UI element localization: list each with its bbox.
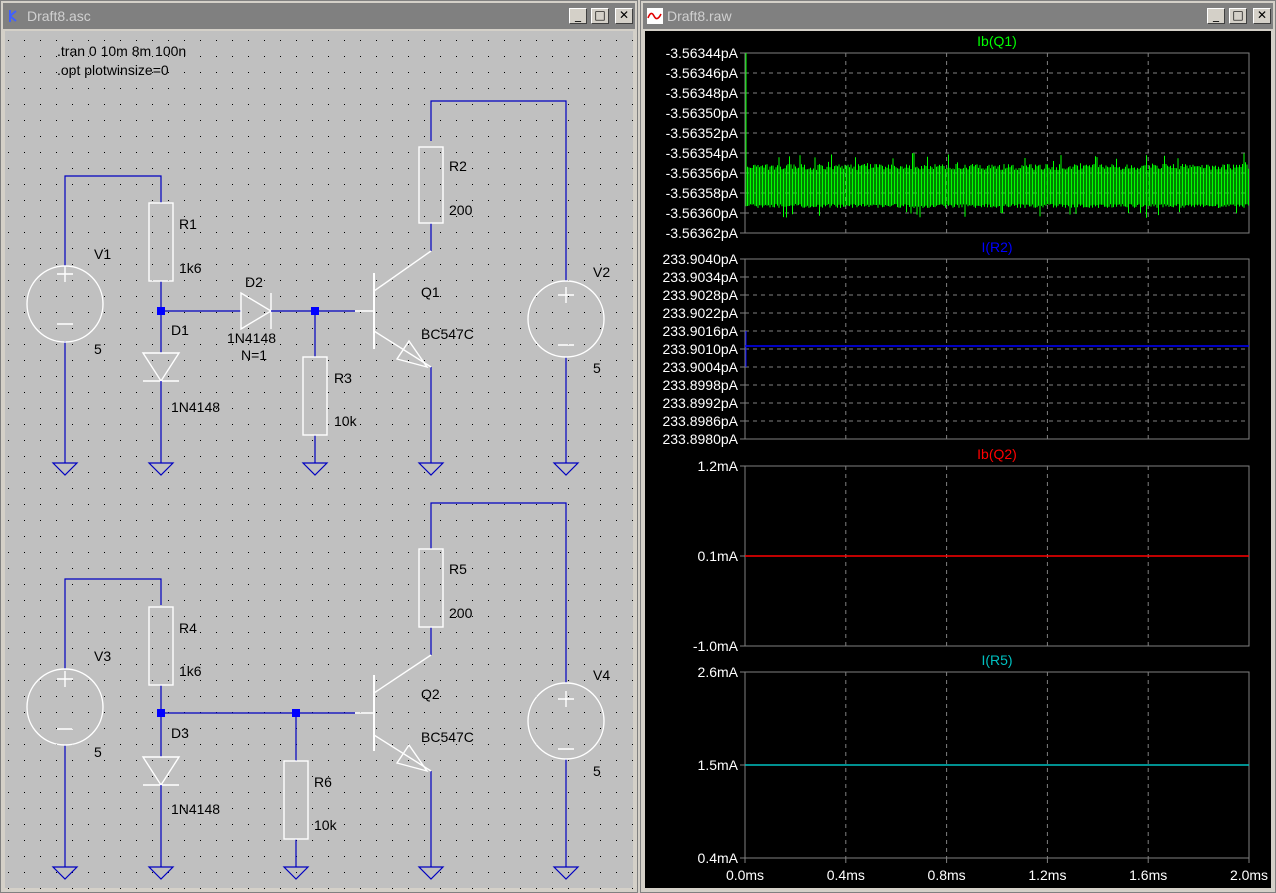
q1-model: BC547C <box>421 326 474 342</box>
directive-tran[interactable]: .tran 0 10m 8m 100n <box>57 43 186 59</box>
trace-title: Ib(Q2) <box>977 446 1017 462</box>
schematic-titlebar[interactable]: Draft8.asc _ □ ✕ <box>3 3 635 29</box>
r3-value: 10k <box>334 413 358 429</box>
close-button[interactable]: ✕ <box>615 8 633 24</box>
y-tick-label: 233.9040pA <box>662 251 738 267</box>
waveform-plot-area[interactable]: -3.56344pA -3.56346pA -3.56348pA -3.56350pA… <box>645 31 1271 888</box>
x-tick-label: 2.0ms <box>1230 867 1268 883</box>
junction-node <box>157 307 165 315</box>
close-button[interactable]: ✕ <box>1253 8 1271 24</box>
r4-label: R4 <box>179 620 197 636</box>
v2-value: 5 <box>593 360 601 376</box>
r5-value: 200 <box>449 605 473 621</box>
r6-value: 10k <box>314 817 338 833</box>
r5-label: R5 <box>449 561 467 577</box>
r3-label: R3 <box>334 370 352 386</box>
y-tick-label: -3.56358pA <box>666 185 739 201</box>
r4-value: 1k6 <box>179 663 202 679</box>
d3-label: D3 <box>171 725 189 741</box>
trace-title: I(R2) <box>981 239 1012 255</box>
y-tick-label: -3.56352pA <box>666 125 739 141</box>
y-tick-label: -3.56362pA <box>666 225 739 241</box>
y-tick-label: 233.9034pA <box>662 269 738 285</box>
y-tick-label: -3.56348pA <box>666 85 739 101</box>
trace-title: Ib(Q1) <box>977 33 1017 49</box>
schematic-app-icon <box>9 10 17 22</box>
junction-node <box>311 307 319 315</box>
q2-model: BC547C <box>421 729 474 745</box>
d2-model: 1N4148 <box>227 330 276 346</box>
waveform-title: Draft8.raw <box>667 8 732 24</box>
junction-node <box>292 709 300 717</box>
y-tick-label: 0.4mA <box>698 850 739 866</box>
waveform-titlebar[interactable]: Draft8.raw _ □ ✕ <box>643 3 1273 29</box>
x-tick-label: 1.6ms <box>1129 867 1167 883</box>
minimize-button[interactable]: _ <box>1207 8 1225 24</box>
y-tick-label: -1.0mA <box>693 638 739 654</box>
maximize-button[interactable]: □ <box>1229 8 1247 24</box>
y-tick-label: 233.9004pA <box>662 359 738 375</box>
y-tick-label: 1.2mA <box>698 458 739 474</box>
trace-title: I(R5) <box>981 652 1012 668</box>
r1-label: R1 <box>179 216 197 232</box>
v3-value: 5 <box>94 744 102 760</box>
y-tick-label: 233.9022pA <box>662 305 738 321</box>
q2-label: Q2 <box>421 686 440 702</box>
d1-model: 1N4148 <box>171 399 220 415</box>
junction-node <box>157 709 165 717</box>
y-tick-label: 233.9010pA <box>662 341 738 357</box>
schematic-canvas[interactable]: .tran 0 10m 8m 100n .opt plotwinsize=0 V… <box>5 31 635 890</box>
v1-label: V1 <box>94 246 111 262</box>
maximize-button[interactable]: □ <box>591 8 609 24</box>
y-tick-label: -3.56346pA <box>666 65 739 81</box>
v3-label: V3 <box>94 648 111 664</box>
v4-value: 5 <box>593 763 601 779</box>
y-tick-label: -3.56356pA <box>666 165 739 181</box>
x-tick-label: 1.2ms <box>1028 867 1066 883</box>
minimize-button[interactable]: _ <box>569 8 587 24</box>
y-tick-label: 233.8998pA <box>662 377 738 393</box>
y-tick-label: -3.56344pA <box>666 45 739 61</box>
r6-label: R6 <box>314 774 332 790</box>
waveform-window[interactable]: Draft8.raw _ □ ✕ -3.56344pA -3.56346pA -3.… <box>640 0 1276 893</box>
y-tick-label: 233.9016pA <box>662 323 738 339</box>
y-tick-label: -3.56350pA <box>666 105 739 121</box>
d2-param: N=1 <box>241 347 267 363</box>
r2-label: R2 <box>449 158 467 174</box>
y-tick-label: -3.56360pA <box>666 205 739 221</box>
x-tick-label: 0.4ms <box>827 867 865 883</box>
y-tick-label: 233.8980pA <box>662 431 738 447</box>
d3-model: 1N4148 <box>171 801 220 817</box>
schematic-title: Draft8.asc <box>27 8 91 24</box>
y-tick-label: 2.6mA <box>698 664 739 680</box>
y-tick-label: -3.56354pA <box>666 145 739 161</box>
y-tick-label: 233.8986pA <box>662 413 738 429</box>
schematic-window[interactable]: Draft8.asc _ □ ✕ .tran 0 10m 8m 100n .op… <box>0 0 638 893</box>
y-tick-label: 1.5mA <box>698 757 739 773</box>
q1-label: Q1 <box>421 284 440 300</box>
trace-ib-q1[interactable] <box>745 153 1249 218</box>
r1-value: 1k6 <box>179 260 202 276</box>
d1-label: D1 <box>171 322 189 338</box>
directive-opt[interactable]: .opt plotwinsize=0 <box>57 62 169 78</box>
x-tick-label: 0.8ms <box>928 867 966 883</box>
y-tick-label: 233.8992pA <box>662 395 738 411</box>
r2-value: 200 <box>449 202 473 218</box>
d2-label: D2 <box>245 274 263 290</box>
x-tick-label: 0.0ms <box>726 867 764 883</box>
v2-label: V2 <box>593 264 610 280</box>
y-tick-label: 233.9028pA <box>662 287 738 303</box>
v4-label: V4 <box>593 667 610 683</box>
v1-value: 5 <box>94 341 102 357</box>
y-tick-label: 0.1mA <box>698 548 739 564</box>
waveform-app-icon <box>647 8 663 24</box>
